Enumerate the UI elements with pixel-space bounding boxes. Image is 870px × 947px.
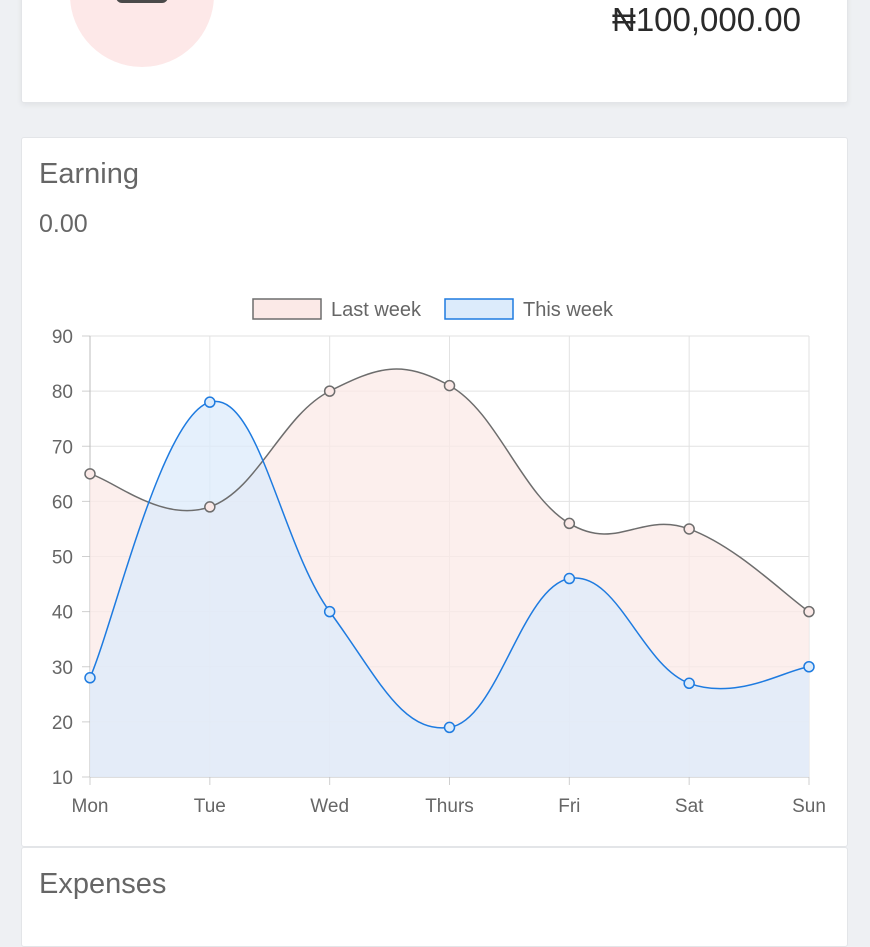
y-tick-label: 80: [52, 382, 73, 403]
data-point: [683, 677, 695, 690]
y-tick-label: 70: [52, 437, 73, 458]
data-point: [84, 468, 96, 480]
data-point: [204, 396, 216, 408]
wallet-icon: [116, 0, 168, 3]
y-tick-label: 90: [52, 327, 73, 348]
y-tick-label: 60: [52, 492, 73, 513]
wallet-avatar: [70, 0, 214, 67]
data-point: [84, 672, 96, 684]
x-tick-label: Tue: [194, 796, 226, 817]
x-tick-label: Sun: [792, 796, 826, 817]
y-tick-label: 40: [52, 603, 73, 624]
y-tick-label: 30: [52, 658, 73, 679]
data-point: [323, 385, 336, 397]
data-point: [803, 661, 815, 673]
x-tick-label: Wed: [310, 796, 349, 817]
x-tick-label: Fri: [558, 796, 580, 817]
balance-amount: ₦100,000.00: [612, 1, 801, 38]
data-point: [443, 379, 456, 392]
expenses-title: Expenses: [39, 868, 167, 900]
data-point: [323, 605, 336, 618]
y-tick-label: 10: [52, 768, 73, 789]
x-tick-label: Thurs: [425, 796, 474, 817]
x-tick-label: Mon: [72, 796, 109, 817]
balance-card: ₦100,000.00: [21, 0, 848, 103]
data-point: [683, 523, 695, 535]
legend-swatch: [252, 298, 322, 320]
y-tick-label: 50: [52, 548, 73, 569]
legend-label: This week: [523, 299, 614, 321]
legend-swatch: [444, 298, 514, 320]
data-point: [803, 605, 815, 618]
earning-chart: 10 20 30 40 50 60 70 80 90 Mon Tue Wed Thurs Fri Sat Su…: [52, 298, 826, 817]
earning-card: Earning 0.00 10 20 30 40 50 60 70 80 90 Mon Tue Wed…: [21, 137, 848, 847]
data-point: [563, 572, 576, 585]
legend-label: Last week: [331, 299, 422, 321]
expenses-card: Expenses: [21, 847, 848, 947]
data-point: [443, 721, 456, 734]
data-point: [204, 501, 216, 513]
y-tick-label: 20: [52, 713, 73, 734]
x-tick-label: Sat: [675, 796, 704, 817]
data-point: [563, 517, 576, 530]
